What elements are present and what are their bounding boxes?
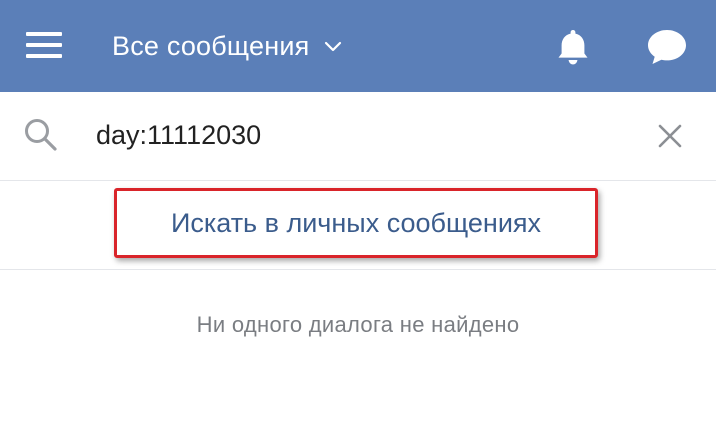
page-title: Все сообщения (112, 30, 310, 61)
close-icon[interactable] (654, 120, 686, 152)
bell-icon (558, 30, 588, 65)
hamburger-menu-icon (26, 32, 62, 36)
menu-button[interactable] (22, 30, 66, 62)
search-icon (25, 119, 57, 151)
notifications-button[interactable] (552, 26, 594, 68)
chevron-down-icon (325, 41, 342, 52)
empty-state-message: Ни одного диалога не найдено (196, 312, 520, 337)
messages-button[interactable] (644, 26, 690, 68)
results-area: Ни одного диалога не найдено (0, 270, 716, 440)
search-bar (0, 92, 716, 181)
conversation-filter-dropdown[interactable]: Все сообщения (112, 26, 343, 66)
search-scope-row: Искать в личных сообщениях (0, 181, 716, 270)
hamburger-menu-icon (26, 54, 62, 58)
search-in-private-messages-link[interactable]: Искать в личных сообщениях (114, 188, 598, 258)
search-input[interactable] (96, 116, 616, 154)
search-in-private-messages-label: Искать в личных сообщениях (170, 207, 542, 238)
chat-bubble-icon (648, 30, 686, 64)
hamburger-menu-icon (26, 43, 62, 47)
top-bar: Все сообщения (0, 0, 716, 92)
